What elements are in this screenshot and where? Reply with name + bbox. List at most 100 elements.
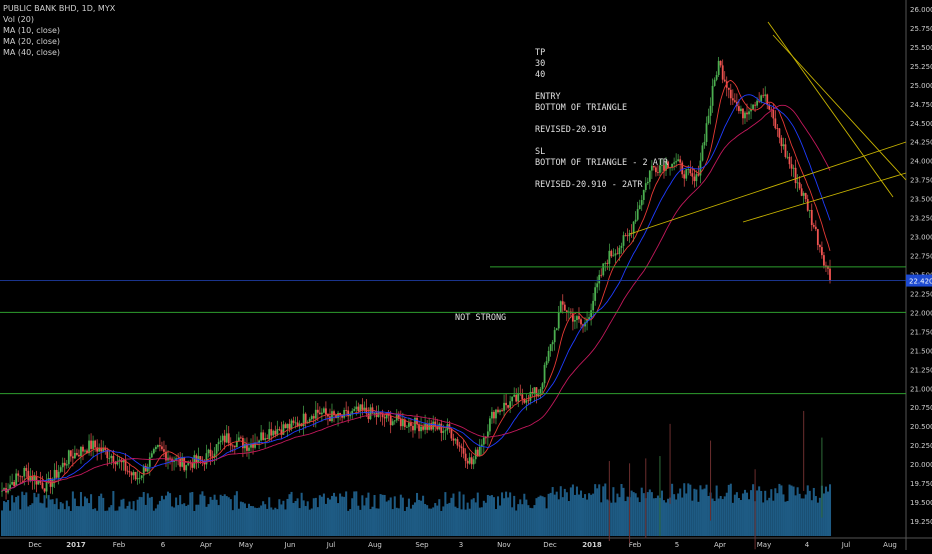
volume-bar [418, 499, 421, 536]
chart-area[interactable]: 26.000 25.750 25.500 25.250 25.000 24.750 24.5… [0, 0, 932, 550]
volume-bar [375, 508, 378, 536]
volume-bar [11, 495, 14, 536]
volume-bar [438, 499, 441, 536]
volume-bar [444, 492, 447, 536]
candle-body [21, 476, 24, 478]
price-chart[interactable]: 26.000 25.750 25.500 25.250 25.000 24.750 24.5… [0, 0, 932, 550]
candle-body [744, 112, 746, 119]
volume-bar [733, 494, 736, 536]
candle-body [23, 467, 26, 477]
volume-bar [183, 503, 186, 536]
candle-body [547, 350, 550, 362]
volume-bar [772, 500, 775, 536]
volume-bar [667, 498, 670, 536]
candle-body [821, 247, 823, 256]
candle-body [408, 422, 410, 427]
volume-bar [812, 487, 815, 536]
candle-body [624, 235, 627, 237]
candle-body [525, 400, 528, 403]
y-tick-label: 20.500 [910, 423, 932, 431]
volume-bar [359, 509, 362, 536]
candle-body [541, 383, 544, 389]
candle-body [452, 438, 455, 441]
x-tick-label: 5 [675, 541, 679, 549]
volume-bar [122, 498, 125, 536]
candle-body [778, 128, 781, 138]
candle-body [685, 169, 688, 179]
y-tick-label: 23.500 [910, 196, 932, 204]
candle-body [557, 312, 560, 329]
volume-bar [191, 492, 194, 536]
x-tick-label: Jul [326, 541, 336, 549]
volume-bar [284, 509, 287, 536]
last-price-label: 22.420 [909, 278, 932, 286]
candle-body [373, 412, 376, 414]
x-tick-label: Apr [200, 541, 212, 549]
volume-bar [432, 507, 435, 536]
volume-bar [341, 496, 344, 536]
candle-body [677, 159, 680, 162]
candle-body [798, 182, 801, 189]
volume-bar [719, 495, 722, 536]
candle-body [555, 328, 558, 331]
volume-bar [120, 499, 123, 536]
trend-line [629, 141, 907, 235]
candle-body [742, 108, 744, 119]
volume-bar [160, 495, 163, 536]
candle-body [369, 407, 372, 420]
candle-body [316, 409, 319, 413]
volume-bar [600, 502, 603, 536]
volume-bar [322, 493, 325, 536]
candle-body [132, 471, 135, 476]
volume-bar [464, 509, 467, 536]
volume-bar [43, 495, 46, 536]
candle-body [144, 465, 147, 472]
candle-body [227, 433, 230, 444]
candle-body [640, 200, 643, 206]
volume-bar [573, 494, 576, 536]
candle-body [746, 112, 748, 115]
candle-body [148, 457, 151, 467]
volume-bar [409, 508, 412, 536]
y-tick-label: 22.750 [910, 253, 932, 261]
candle-body [503, 402, 505, 411]
volume-bar [49, 499, 52, 536]
candle-body [183, 457, 186, 471]
volume-bar [9, 510, 12, 536]
volume-bar [114, 510, 117, 536]
volume-bar [90, 494, 93, 536]
volume-bar [250, 505, 253, 536]
candle-body [80, 446, 82, 457]
candle-body [264, 438, 267, 440]
volume-bar [59, 502, 62, 536]
volume-spike [710, 440, 712, 521]
volume-bar [324, 503, 327, 536]
volume-bar [381, 494, 384, 536]
volume-bar [63, 509, 66, 536]
volume-bar [23, 495, 26, 536]
volume-bar [507, 497, 510, 536]
volume-bar [33, 492, 36, 536]
candle-body [359, 404, 362, 411]
candle-body [78, 454, 80, 457]
volume-bar [256, 508, 259, 536]
candle-body [715, 74, 718, 80]
volume-bar [569, 487, 572, 536]
candle-body [535, 387, 538, 396]
candle-body [740, 108, 742, 112]
volume-bar [808, 490, 811, 536]
volume-bar [760, 490, 763, 536]
candle-body [604, 262, 607, 264]
volume-bar [53, 504, 56, 536]
volume-bar [154, 508, 157, 536]
candle-body [410, 422, 412, 426]
volume-bar [158, 500, 161, 536]
volume-bar [586, 499, 589, 536]
volume-bar [484, 502, 487, 536]
volume-bar [383, 494, 386, 536]
volume-bar [701, 489, 704, 536]
candle-body [784, 144, 787, 157]
volume-bar [355, 491, 358, 536]
candle-body [495, 409, 497, 419]
volume-series [1, 410, 832, 550]
